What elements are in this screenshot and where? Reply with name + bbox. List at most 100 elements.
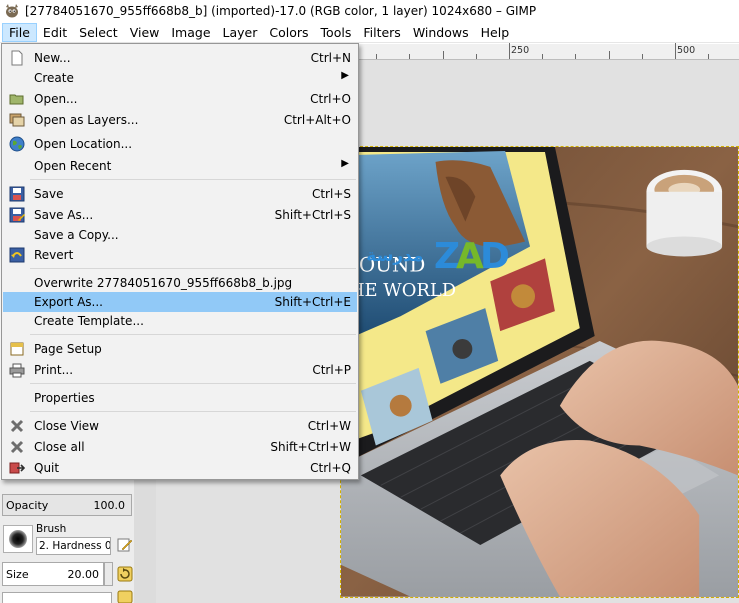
menu-item-shortcut: Ctrl+Alt+O bbox=[283, 113, 351, 127]
size-slider[interactable]: Size 20.00 bbox=[2, 562, 104, 586]
new-document-icon bbox=[11, 50, 23, 66]
menu-item-properties[interactable]: Properties bbox=[3, 388, 357, 408]
size-spin-buttons[interactable] bbox=[104, 562, 113, 586]
menu-item-label: Create Template... bbox=[34, 314, 144, 328]
menu-item-shortcut: Ctrl+S bbox=[311, 187, 351, 201]
menu-item-label: Revert bbox=[34, 248, 74, 262]
close-icon bbox=[10, 419, 24, 433]
aspect-ratio-field[interactable] bbox=[2, 592, 112, 603]
menu-item-new[interactable]: New... Ctrl+N bbox=[3, 48, 357, 68]
menu-separator bbox=[30, 268, 356, 269]
menu-item-label: Print... bbox=[34, 363, 74, 377]
menu-item-save[interactable]: Save Ctrl+S bbox=[3, 184, 357, 204]
brush-dot-icon bbox=[9, 530, 27, 548]
menu-item-shortcut: Ctrl+N bbox=[310, 51, 351, 65]
menu-item-label: Create bbox=[34, 71, 74, 85]
menu-item-label: Open as Layers... bbox=[34, 113, 139, 127]
close-all-icon bbox=[10, 440, 24, 454]
menu-separator bbox=[30, 411, 356, 412]
menu-item-save-copy[interactable]: Save a Copy... bbox=[3, 225, 357, 245]
menu-item-open-as-layers[interactable]: Open as Layers... Ctrl+Alt+O bbox=[3, 110, 357, 130]
menu-image[interactable]: Image bbox=[165, 23, 216, 42]
menu-item-quit[interactable]: Quit Ctrl+Q bbox=[3, 458, 357, 478]
file-menu-dropdown: New... Ctrl+N Create ▶ Open... Ctrl+O Op… bbox=[1, 43, 359, 480]
submenu-arrow-icon: ▶ bbox=[341, 158, 349, 169]
menu-item-create[interactable]: Create ▶ bbox=[3, 68, 357, 88]
reset-aspect-icon[interactable] bbox=[117, 590, 133, 603]
ruler-tick bbox=[708, 54, 709, 59]
menu-item-label: Export As... bbox=[34, 295, 103, 309]
menu-windows[interactable]: Windows bbox=[407, 23, 475, 42]
menu-item-print[interactable]: Print... Ctrl+P bbox=[3, 360, 357, 380]
menu-item-shortcut: Ctrl+O bbox=[310, 92, 351, 106]
ruler-tick bbox=[409, 54, 410, 59]
menu-separator bbox=[30, 179, 356, 180]
menu-item-label: Close all bbox=[34, 440, 85, 454]
screen-text-2: HE WORLD bbox=[349, 280, 456, 301]
menu-item-label: Open Location... bbox=[34, 137, 133, 151]
menu-item-create-template[interactable]: Create Template... bbox=[3, 311, 357, 331]
menu-item-shortcut: Ctrl+Q bbox=[310, 461, 351, 475]
gimp-app-icon bbox=[6, 4, 18, 18]
watermark: Z A D مدرسة زاد bbox=[336, 234, 516, 274]
save-as-icon bbox=[9, 207, 25, 223]
reset-size-icon[interactable] bbox=[117, 566, 133, 582]
menu-item-close-all[interactable]: Close all Shift+Ctrl+W bbox=[3, 437, 357, 457]
menu-item-label: Save As... bbox=[34, 208, 94, 222]
ruler-tick bbox=[476, 54, 477, 59]
ruler-tick bbox=[675, 43, 676, 59]
menu-item-save-as[interactable]: Save As... Shift+Ctrl+S bbox=[3, 205, 357, 225]
menu-item-label: Overwrite 27784051670_955ff668b8_b.jpg bbox=[34, 276, 293, 290]
menu-item-open[interactable]: Open... Ctrl+O bbox=[3, 89, 357, 109]
printer-icon bbox=[9, 363, 25, 378]
menu-item-close-view[interactable]: Close View Ctrl+W bbox=[3, 416, 357, 436]
menu-item-open-location[interactable]: Open Location... bbox=[3, 134, 357, 154]
menu-tools[interactable]: Tools bbox=[315, 23, 358, 42]
menu-layer[interactable]: Layer bbox=[217, 23, 264, 42]
brush-name-field[interactable]: 2. Hardness 050 bbox=[36, 537, 111, 555]
menu-item-label: Open... bbox=[34, 92, 78, 106]
menu-item-shortcut: Shift+Ctrl+S bbox=[274, 208, 351, 222]
menu-file[interactable]: File bbox=[2, 22, 37, 42]
menu-item-shortcut: Ctrl+W bbox=[307, 419, 351, 433]
menu-edit[interactable]: Edit bbox=[37, 23, 73, 42]
edit-brush-icon[interactable] bbox=[117, 537, 133, 553]
ruler-tick bbox=[443, 51, 444, 59]
menu-item-revert[interactable]: Revert bbox=[3, 245, 357, 265]
menu-select[interactable]: Select bbox=[73, 23, 124, 42]
panel-scrollbar[interactable] bbox=[134, 480, 156, 603]
menu-separator bbox=[30, 383, 356, 384]
window-title: [27784051670_955ff668b8_b] (imported)-17… bbox=[25, 4, 537, 18]
svg-text:D: D bbox=[480, 236, 510, 274]
menu-item-open-recent[interactable]: Open Recent ▶ bbox=[3, 156, 357, 176]
open-layers-icon bbox=[9, 113, 25, 127]
menu-item-label: Save bbox=[34, 187, 64, 201]
submenu-arrow-icon: ▶ bbox=[341, 70, 349, 81]
ruler-tick bbox=[542, 54, 543, 59]
size-label: Size bbox=[6, 568, 29, 581]
brush-preview-button[interactable] bbox=[3, 525, 33, 553]
menu-view[interactable]: View bbox=[124, 23, 166, 42]
menu-item-page-setup[interactable]: Page Setup bbox=[3, 339, 357, 359]
globe-icon bbox=[9, 136, 25, 152]
menu-item-overwrite[interactable]: Overwrite 27784051670_955ff668b8_b.jpg bbox=[3, 273, 357, 293]
menu-help[interactable]: Help bbox=[475, 23, 516, 42]
page-setup-icon bbox=[10, 342, 24, 356]
zad-logo-icon: Z A D bbox=[434, 236, 510, 274]
menu-item-shortcut: Shift+Ctrl+E bbox=[274, 295, 351, 309]
ruler-label-250: 250 bbox=[511, 45, 530, 56]
menu-bar: File Edit Select View Image Layer Colors… bbox=[0, 22, 739, 43]
brush-label: Brush bbox=[36, 523, 67, 535]
opacity-slider[interactable]: Opacity 100.0 bbox=[2, 494, 132, 516]
menu-filters[interactable]: Filters bbox=[357, 23, 406, 42]
ruler-tick bbox=[575, 54, 576, 59]
menu-item-export-as[interactable]: Export As... Shift+Ctrl+E bbox=[3, 292, 357, 312]
horizontal-ruler[interactable]: 250 500 bbox=[359, 43, 739, 60]
quit-icon bbox=[9, 462, 25, 474]
menu-item-label: Properties bbox=[34, 391, 95, 405]
ruler-tick bbox=[609, 51, 610, 59]
menu-item-shortcut: Shift+Ctrl+W bbox=[270, 440, 351, 454]
menu-colors[interactable]: Colors bbox=[263, 23, 314, 42]
menu-item-label: Quit bbox=[34, 461, 60, 475]
image-canvas[interactable]: OUND HE WORLD bbox=[340, 146, 739, 598]
